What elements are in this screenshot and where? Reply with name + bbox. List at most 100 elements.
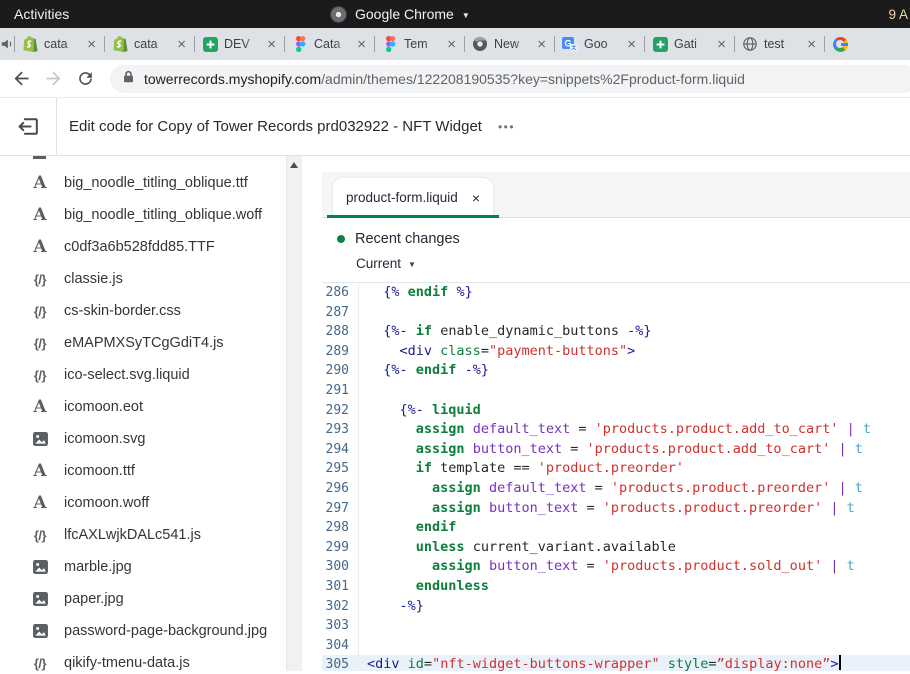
browser-tab[interactable]: GGoo× xyxy=(554,28,644,60)
code-line[interactable]: 304 xyxy=(322,636,910,656)
tab-close-button[interactable]: × xyxy=(447,37,456,52)
line-number: 289 xyxy=(322,342,359,362)
code-line-content: <div class="payment-buttons"> xyxy=(359,342,910,362)
code-line[interactable]: 288 {%- if enable_dynamic_buttons -%} xyxy=(322,322,910,342)
file-item[interactable]: {/}classie.js xyxy=(0,263,302,295)
code-line[interactable]: 287 xyxy=(322,303,910,323)
file-tab-close-icon[interactable]: × xyxy=(472,190,480,206)
file-item[interactable]: {/}ico-select.svg.liquid xyxy=(0,359,302,391)
browser-tab[interactable]: Cata× xyxy=(284,28,374,60)
file-item[interactable]: {/}qikify-tmenu-data.js xyxy=(0,647,302,671)
tab-close-button[interactable]: × xyxy=(717,37,726,52)
scroll-up-arrow-icon[interactable] xyxy=(290,162,298,168)
reload-button[interactable] xyxy=(70,64,100,94)
activities-button[interactable]: Activities xyxy=(0,6,83,22)
file-item[interactable]: password-page-background.jpg xyxy=(0,615,302,647)
code-line[interactable]: 302 -%} xyxy=(322,597,910,617)
file-item[interactable]: Abig_noodle_titling_oblique.ttf xyxy=(0,167,302,199)
tab-close-button[interactable]: × xyxy=(87,37,96,52)
file-item[interactable]: Ac0df3a6b528fdd85.TTF xyxy=(0,231,302,263)
code-line-content xyxy=(359,616,910,636)
file-item[interactable]: Abig_noodle_titling_oblique.woff xyxy=(0,199,302,231)
back-button[interactable] xyxy=(6,64,36,94)
tab-close-button[interactable]: × xyxy=(267,37,276,52)
code-area[interactable]: 286 {% endif %}287288 {%- if enable_dyna… xyxy=(322,283,910,671)
font-file-icon: A xyxy=(29,237,51,257)
browser-tab[interactable]: New× xyxy=(464,28,554,60)
tab-title: DEV xyxy=(224,37,261,51)
tab-close-button[interactable]: × xyxy=(177,37,186,52)
code-line[interactable]: 297 assign button_text = 'products.produ… xyxy=(322,499,910,519)
code-line[interactable]: 293 assign default_text = 'products.prod… xyxy=(322,420,910,440)
code-line[interactable]: 299 unless current_variant.available xyxy=(322,538,910,558)
tab-title: cata xyxy=(44,37,81,51)
app-menu[interactable]: Google Chrome ▼ xyxy=(330,6,470,23)
code-file-icon: {/} xyxy=(29,304,51,319)
font-file-icon: A xyxy=(29,205,51,225)
page-header: Edit code for Copy of Tower Records prd0… xyxy=(0,98,910,156)
code-line[interactable]: 294 assign button_text = 'products.produ… xyxy=(322,440,910,460)
file-item[interactable]: marble.jpg xyxy=(0,551,302,583)
tab-close-button[interactable]: × xyxy=(537,37,546,52)
code-line-content: {%- if enable_dynamic_buttons -%} xyxy=(359,322,910,342)
file-item[interactable]: Aicomoon.eot xyxy=(0,391,302,423)
audio-speaker-icon[interactable] xyxy=(0,28,14,60)
system-top-bar: Activities Google Chrome ▼ 9 A xyxy=(0,0,910,28)
file-item[interactable]: icomoon.svg xyxy=(0,423,302,455)
file-list: Abig_noodle_titling_oblique.ttfAbig_nood… xyxy=(0,156,302,671)
line-number: 299 xyxy=(322,538,359,558)
file-item[interactable]: {/}eMAPMXSyTCgGdiT4.js xyxy=(0,327,302,359)
browser-tab[interactable]: DEV × xyxy=(194,28,284,60)
forward-button[interactable] xyxy=(38,64,68,94)
lock-icon[interactable] xyxy=(122,70,135,88)
file-name: marble.jpg xyxy=(64,559,132,575)
code-line[interactable]: 291 xyxy=(322,381,910,401)
file-item[interactable]: {/}cs-skin-border.css xyxy=(0,295,302,327)
sidebar-scrollbar[interactable] xyxy=(286,156,302,671)
file-sidebar: Abig_noodle_titling_oblique.ttfAbig_nood… xyxy=(0,156,302,671)
code-line[interactable]: 295 if template == 'product.preorder' xyxy=(322,459,910,479)
file-name: password-page-background.jpg xyxy=(64,623,267,639)
code-line[interactable]: 286 {% endif %} xyxy=(322,283,910,303)
line-number: 297 xyxy=(322,499,359,519)
tab-close-button[interactable]: × xyxy=(357,37,366,52)
clock[interactable]: 9 A xyxy=(888,7,908,22)
code-file-icon: {/} xyxy=(29,368,51,383)
code-line[interactable]: 289 <div class="payment-buttons"> xyxy=(322,342,910,362)
overflow-menu-button[interactable]: ••• xyxy=(498,120,515,134)
version-dropdown[interactable]: Current ▼ xyxy=(356,256,910,271)
figma-icon xyxy=(292,36,308,52)
code-line[interactable]: 303 xyxy=(322,616,910,636)
file-tab-product-form[interactable]: product-form.liquid × xyxy=(333,178,493,217)
tab-close-button[interactable]: × xyxy=(807,37,816,52)
line-number: 296 xyxy=(322,479,359,499)
code-line[interactable]: 305<div id="nft-widget-buttons-wrapper" … xyxy=(322,655,910,671)
code-line[interactable]: 290 {%- endif -%} xyxy=(322,361,910,381)
browser-tab[interactable]: test× xyxy=(734,28,824,60)
chrome-logo-icon xyxy=(330,6,347,23)
address-bar[interactable]: towerrecords.myshopify.com/admin/themes/… xyxy=(110,65,910,93)
code-line[interactable]: 301 endunless xyxy=(322,577,910,597)
code-line[interactable]: 300 assign button_text = 'products.produ… xyxy=(322,557,910,577)
browser-tab[interactable]: Tem× xyxy=(374,28,464,60)
code-line[interactable]: 296 assign default_text = 'products.prod… xyxy=(322,479,910,499)
file-name: qikify-tmenu-data.js xyxy=(64,655,190,671)
browser-tab[interactable]: cata× xyxy=(104,28,194,60)
tab-close-button[interactable]: × xyxy=(627,37,636,52)
file-item[interactable]: Aicomoon.ttf xyxy=(0,455,302,487)
code-line-content: {% endif %} xyxy=(359,283,910,303)
code-line-content: {%- endif -%} xyxy=(359,361,910,381)
file-item[interactable]: {/}lfcAXLwjkDALc541.js xyxy=(0,519,302,551)
exit-code-editor-button[interactable] xyxy=(0,98,57,155)
line-number: 303 xyxy=(322,616,359,636)
browser-tab[interactable]: cata × xyxy=(14,28,104,60)
file-item[interactable]: paper.jpg xyxy=(0,583,302,615)
code-line[interactable]: 292 {%- liquid xyxy=(322,401,910,421)
line-number: 286 xyxy=(322,283,359,303)
code-line[interactable]: 298 endif xyxy=(322,518,910,538)
code-file-icon: {/} xyxy=(29,528,51,543)
globe-icon xyxy=(742,36,758,52)
browser-tab[interactable] xyxy=(824,28,910,60)
browser-tab[interactable]: Gati× xyxy=(644,28,734,60)
file-item[interactable]: Aicomoon.woff xyxy=(0,487,302,519)
